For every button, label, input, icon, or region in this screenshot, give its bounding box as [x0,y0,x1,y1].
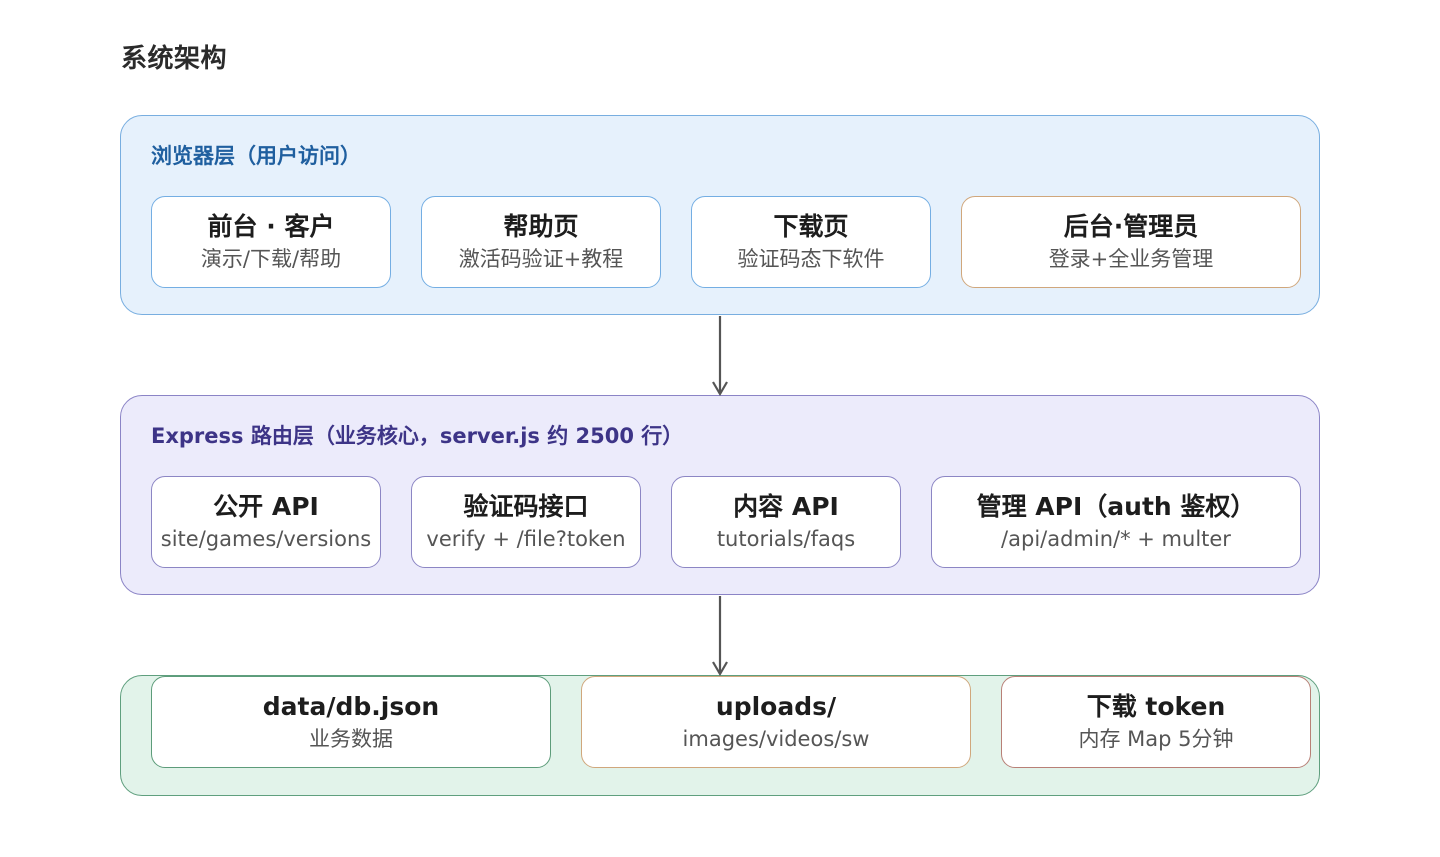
arrow-browser-to-express [712,316,728,397]
arrow-express-to-storage [712,596,728,677]
architecture-diagram: 系统架构 浏览器层（用户访问） 前台 · 客户 演示/下载/帮助 帮助页 激活码… [0,0,1440,857]
connector-arrows [712,316,728,677]
